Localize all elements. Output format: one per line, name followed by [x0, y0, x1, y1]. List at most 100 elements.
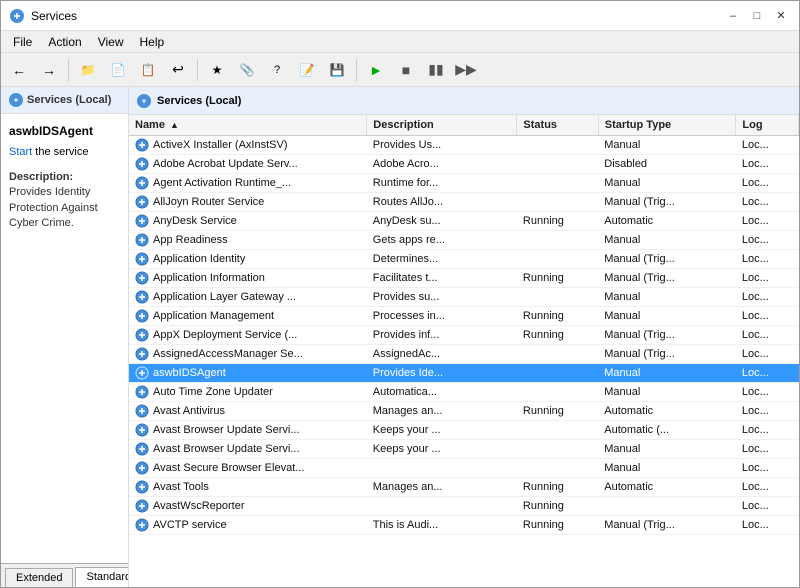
- close-button[interactable]: ✕: [771, 6, 791, 26]
- cell-status: Running: [517, 326, 598, 345]
- table-row[interactable]: Application Layer Gateway ...Provides su…: [129, 288, 799, 307]
- col-header-description[interactable]: Description: [367, 115, 517, 136]
- cell-description: Keeps your ...: [367, 421, 517, 440]
- cell-name: Avast Browser Update Servi...: [129, 421, 367, 440]
- table-row[interactable]: Adobe Acrobat Update Serv...Adobe Acro..…: [129, 155, 799, 174]
- cell-description: [367, 497, 517, 516]
- services-table-wrapper[interactable]: Name ▲ Description Status Startup Type: [129, 115, 799, 587]
- cell-status: [517, 364, 598, 383]
- cell-logon: Loc...: [736, 136, 799, 155]
- back-button[interactable]: ←: [5, 56, 33, 84]
- table-row[interactable]: AppX Deployment Service (...Provides inf…: [129, 326, 799, 345]
- cell-name: Avast Secure Browser Elevat...: [129, 459, 367, 478]
- cell-description: Manages an...: [367, 478, 517, 497]
- menu-bar: File Action View Help: [1, 31, 799, 53]
- cell-name: Adobe Acrobat Update Serv...: [129, 155, 367, 174]
- cell-logon: Loc...: [736, 364, 799, 383]
- tab-standard[interactable]: Standard: [75, 567, 129, 587]
- cell-status: [517, 136, 598, 155]
- cell-startup-type: [598, 497, 736, 516]
- service-name-text: Avast Tools: [153, 481, 209, 493]
- service-icon: [135, 271, 149, 285]
- menu-help[interactable]: Help: [132, 33, 173, 51]
- menu-action[interactable]: Action: [40, 33, 89, 51]
- cell-logon: Loc...: [736, 383, 799, 402]
- content-area: Services (Local) aswbIDSAgent Start the …: [1, 87, 799, 587]
- maximize-button[interactable]: □: [747, 6, 767, 26]
- export-button[interactable]: 📎: [233, 56, 261, 84]
- table-row[interactable]: Avast Browser Update Servi...Keeps your …: [129, 421, 799, 440]
- sidebar-content: aswbIDSAgent Start the service Descripti…: [1, 114, 128, 563]
- table-row[interactable]: AssignedAccessManager Se...AssignedAc...…: [129, 345, 799, 364]
- paste-button[interactable]: 📋: [134, 56, 162, 84]
- cell-logon: Loc...: [736, 516, 799, 535]
- refresh-button[interactable]: ★: [203, 56, 231, 84]
- toolbar-sep-3: [356, 59, 357, 81]
- cell-logon: Loc...: [736, 250, 799, 269]
- col-status-label: Status: [523, 119, 557, 131]
- table-row[interactable]: Application IdentityDetermines...Manual …: [129, 250, 799, 269]
- cell-startup-type: Automatic: [598, 402, 736, 421]
- table-row[interactable]: Avast Secure Browser Elevat...ManualLoc.…: [129, 459, 799, 478]
- menu-file[interactable]: File: [5, 33, 40, 51]
- cell-logon: Loc...: [736, 497, 799, 516]
- cell-name: aswbIDSAgent: [129, 364, 367, 383]
- cell-logon: Loc...: [736, 288, 799, 307]
- table-row[interactable]: AllJoyn Router ServiceRoutes AllJo...Man…: [129, 193, 799, 212]
- table-row[interactable]: AnyDesk ServiceAnyDesk su...RunningAutom…: [129, 212, 799, 231]
- play-button[interactable]: ►: [362, 56, 390, 84]
- cell-logon: Loc...: [736, 326, 799, 345]
- cell-status: Running: [517, 478, 598, 497]
- table-row[interactable]: App ReadinessGets apps re...ManualLoc...: [129, 231, 799, 250]
- col-header-logon[interactable]: Log: [736, 115, 799, 136]
- toolbar: ← → 📁 📄 📋 ↩ ★ 📎 ? 📝 💾 ► ■ ▮▮ ▶▶: [1, 53, 799, 87]
- table-row[interactable]: AVCTP serviceThis is Audi...RunningManua…: [129, 516, 799, 535]
- table-header: Name ▲ Description Status Startup Type: [129, 115, 799, 136]
- pause-button[interactable]: ▮▮: [422, 56, 450, 84]
- service-icon: [135, 518, 149, 532]
- table-row[interactable]: Application InformationFacilitates t...R…: [129, 269, 799, 288]
- cell-name: Avast Tools: [129, 478, 367, 497]
- table-row[interactable]: aswbIDSAgentProvides Ide...ManualLoc...: [129, 364, 799, 383]
- sidebar-start-line: Start the service: [9, 146, 120, 158]
- cell-startup-type: Manual: [598, 440, 736, 459]
- col-header-status[interactable]: Status: [517, 115, 598, 136]
- undo-button[interactable]: ↩: [164, 56, 192, 84]
- table-row[interactable]: AvastWscReporterRunningLoc...: [129, 497, 799, 516]
- cell-status: Running: [517, 269, 598, 288]
- table-row[interactable]: ActiveX Installer (AxInstSV)Provides Us.…: [129, 136, 799, 155]
- col-header-name[interactable]: Name ▲: [129, 115, 367, 136]
- col-logon-label: Log: [742, 119, 762, 131]
- services-panel-label: Services (Local): [157, 95, 241, 107]
- cell-name: AssignedAccessManager Se...: [129, 345, 367, 364]
- table-row[interactable]: Avast Browser Update Servi...Keeps your …: [129, 440, 799, 459]
- col-header-startup-type[interactable]: Startup Type: [598, 115, 736, 136]
- cell-description: Determines...: [367, 250, 517, 269]
- start-link[interactable]: Start: [9, 146, 32, 158]
- title-bar-left: Services: [9, 8, 77, 24]
- table-row[interactable]: Auto Time Zone UpdaterAutomatica...Manua…: [129, 383, 799, 402]
- table-row[interactable]: Application ManagementProcesses in...Run…: [129, 307, 799, 326]
- service-icon: [135, 157, 149, 171]
- minimize-button[interactable]: –: [723, 6, 743, 26]
- menu-view[interactable]: View: [90, 33, 132, 51]
- help-button[interactable]: ?: [263, 56, 291, 84]
- stop-button[interactable]: ■: [392, 56, 420, 84]
- cell-name: Application Layer Gateway ...: [129, 288, 367, 307]
- save-button[interactable]: 💾: [323, 56, 351, 84]
- properties-button[interactable]: 📝: [293, 56, 321, 84]
- folder-button[interactable]: 📁: [74, 56, 102, 84]
- restart-button[interactable]: ▶▶: [452, 56, 480, 84]
- table-row[interactable]: Avast AntivirusManages an...RunningAutom…: [129, 402, 799, 421]
- services-header-bar: Services (Local): [129, 87, 799, 115]
- table-row[interactable]: Avast ToolsManages an...RunningAutomatic…: [129, 478, 799, 497]
- copy-button[interactable]: 📄: [104, 56, 132, 84]
- forward-button[interactable]: →: [35, 56, 63, 84]
- cell-status: [517, 459, 598, 478]
- table-row[interactable]: Agent Activation Runtime_...Runtime for.…: [129, 174, 799, 193]
- sidebar-header-icon: [9, 93, 23, 107]
- sidebar-start-text: the service: [32, 146, 88, 158]
- tab-extended[interactable]: Extended: [5, 568, 73, 587]
- services-table: Name ▲ Description Status Startup Type: [129, 115, 799, 535]
- services-tbody: ActiveX Installer (AxInstSV)Provides Us.…: [129, 136, 799, 535]
